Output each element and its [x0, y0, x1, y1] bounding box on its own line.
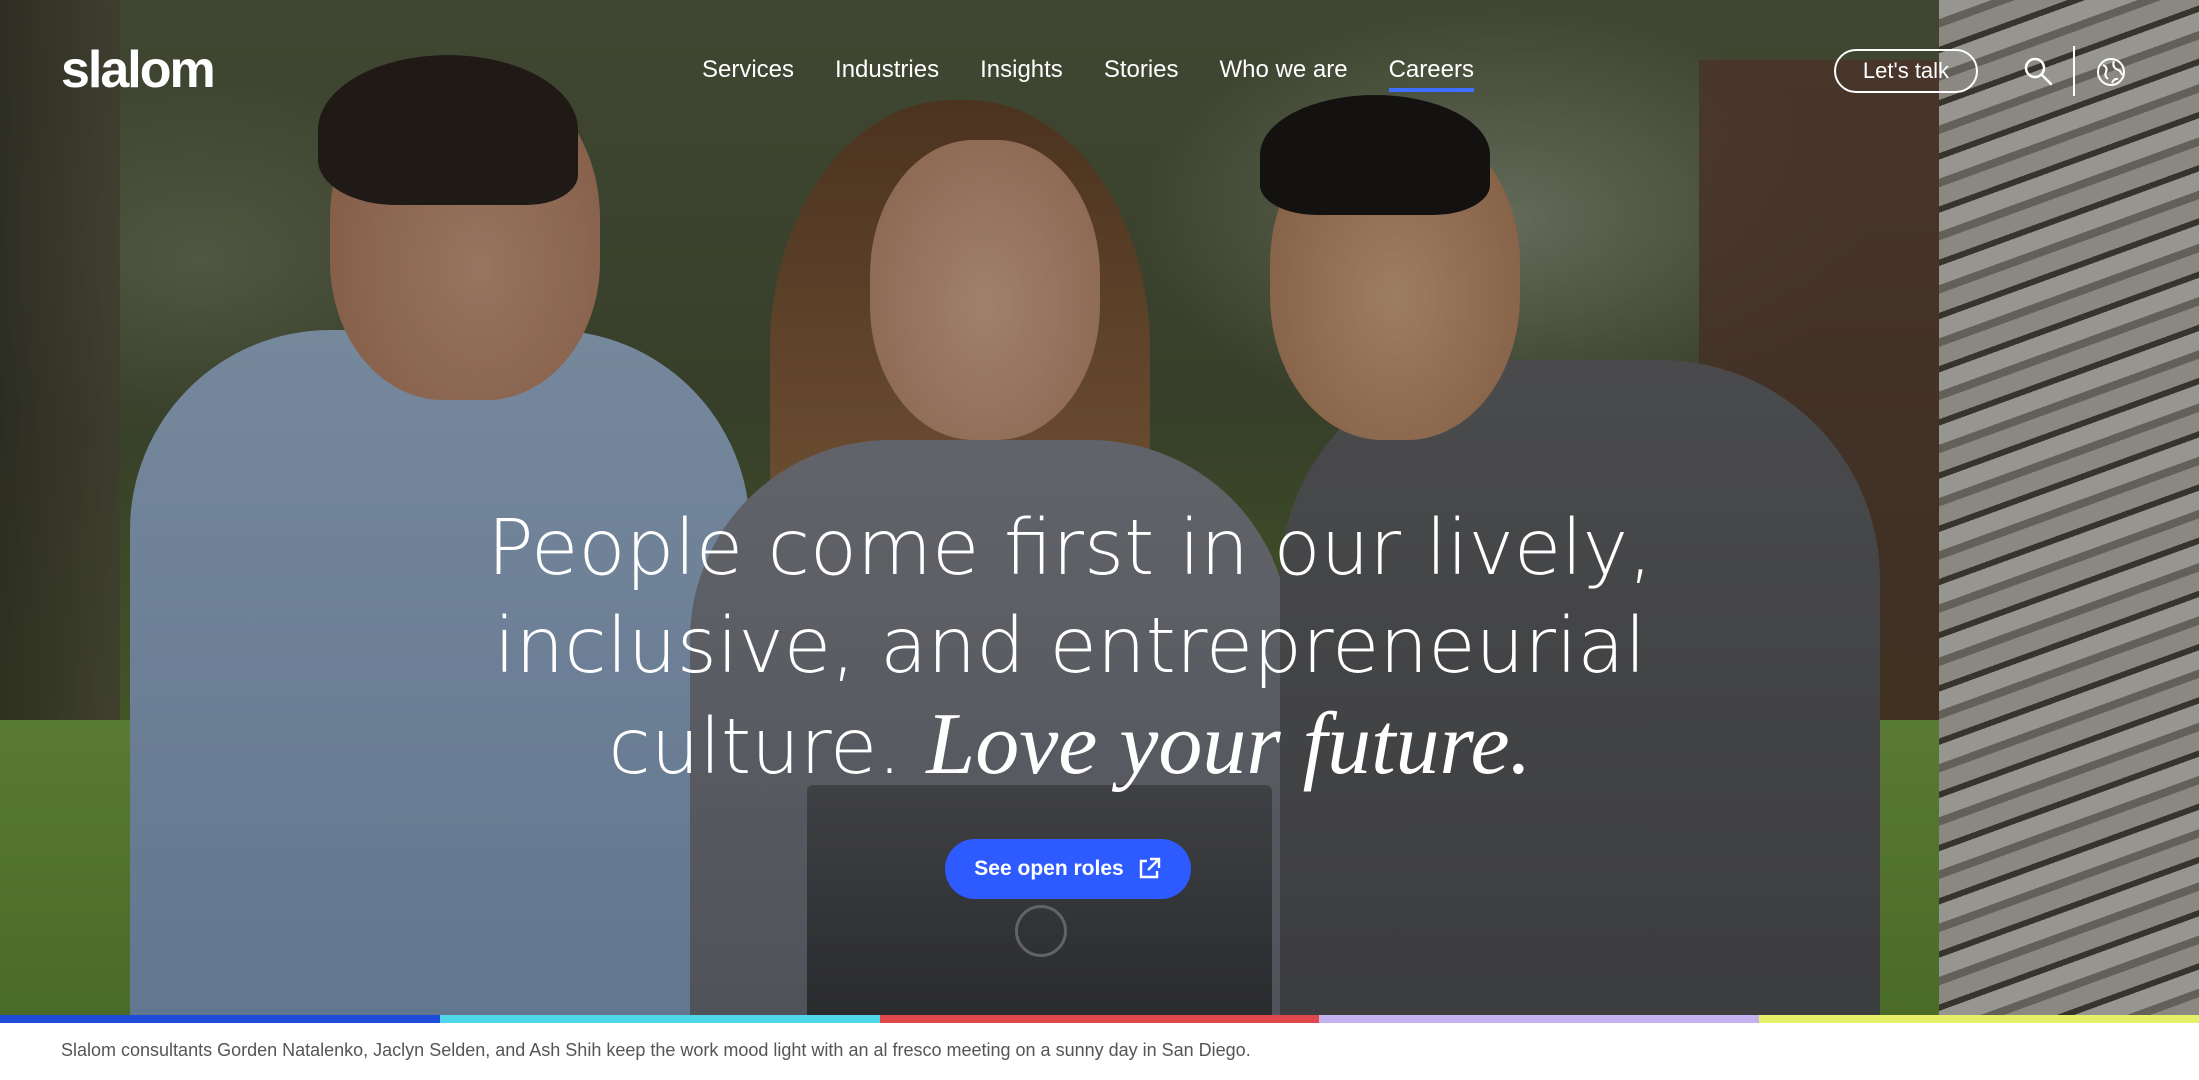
see-open-roles-button[interactable]: See open roles — [945, 839, 1191, 899]
hero-headline: People come first in our lively, inclusi… — [440, 500, 1700, 797]
headline-italic-text: Love your future. — [926, 696, 1532, 793]
see-open-roles-label: See open roles — [974, 857, 1124, 880]
nav-item-who-we-are[interactable]: Who we are — [1220, 56, 1348, 92]
nav-item-industries[interactable]: Industries — [835, 56, 939, 92]
main-nav: Services Industries Insights Stories Who… — [702, 56, 1515, 92]
band-segment — [1319, 1015, 1760, 1023]
band-segment — [0, 1015, 440, 1023]
nav-item-insights[interactable]: Insights — [980, 56, 1063, 92]
photo-caption: Slalom consultants Gorden Natalenko, Jac… — [61, 1040, 1251, 1060]
external-link-icon — [1139, 857, 1160, 879]
header-divider — [2073, 46, 2075, 96]
lets-talk-button[interactable]: Let's talk — [1834, 49, 1978, 93]
nav-item-services[interactable]: Services — [702, 56, 794, 92]
band-segment — [1759, 1015, 2199, 1023]
nav-item-careers[interactable]: Careers — [1388, 56, 1475, 92]
globe-icon[interactable] — [2096, 57, 2126, 87]
slalom-logo[interactable]: slalom — [61, 40, 216, 100]
nav-item-stories[interactable]: Stories — [1104, 56, 1179, 92]
search-icon[interactable] — [2023, 56, 2053, 86]
color-band — [0, 1015, 2199, 1023]
band-segment — [439, 1015, 880, 1023]
band-segment — [879, 1015, 1320, 1023]
